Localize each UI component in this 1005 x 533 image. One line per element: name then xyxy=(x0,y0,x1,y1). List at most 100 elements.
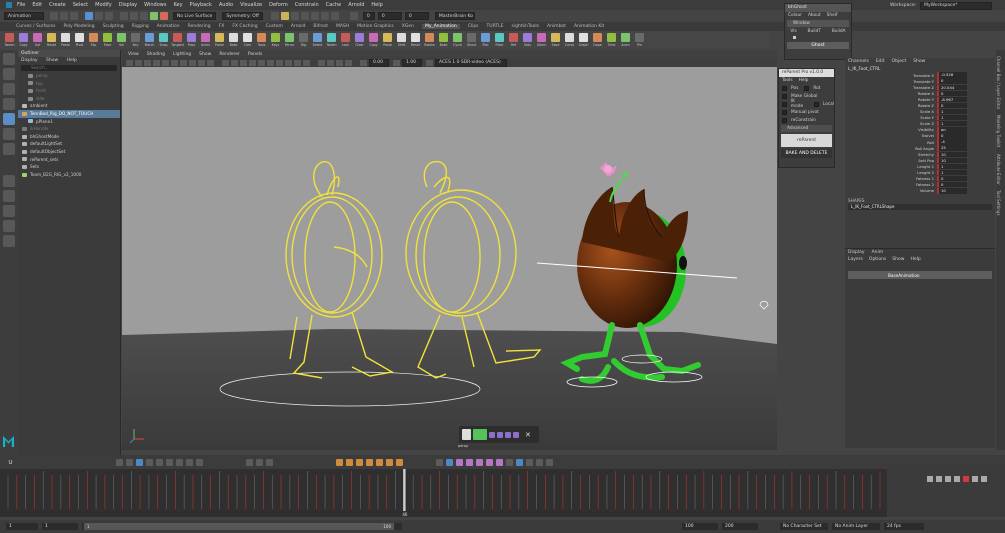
shelf-tab-sightlintools[interactable]: sightlinTools xyxy=(511,24,539,29)
shelf-tab-arnold[interactable]: Arnold xyxy=(291,24,306,29)
rot-checkbox[interactable] xyxy=(804,85,810,91)
shelf-button-keys[interactable]: Keys xyxy=(270,33,281,47)
scale-key-icon[interactable] xyxy=(476,458,483,466)
manual-pivot-checkbox[interactable] xyxy=(782,109,787,115)
shelf-tab-motion-graphics[interactable]: Motion Graphics xyxy=(357,24,394,29)
open-scene-icon[interactable] xyxy=(60,12,68,20)
channel-attr-value[interactable]: 10 xyxy=(937,188,967,194)
step-back-frame-icon[interactable] xyxy=(945,476,951,482)
channel-attr-value[interactable]: on xyxy=(937,127,967,133)
hypershade-icon[interactable] xyxy=(310,12,319,20)
ambient-occlusion-icon[interactable] xyxy=(276,59,283,66)
shelf-tab-my-animation[interactable]: My_Animation xyxy=(421,24,460,29)
advanced-section[interactable]: Advanced xyxy=(781,125,832,132)
lasso-tool-icon[interactable] xyxy=(3,68,15,80)
four-view-layout-icon[interactable] xyxy=(3,190,15,202)
curve-ease-in-icon[interactable] xyxy=(336,458,343,466)
shelf-button-bake[interactable]: Bake xyxy=(438,33,449,47)
bhghost-menu-colour[interactable]: Colour xyxy=(788,13,802,18)
gamma-icon[interactable] xyxy=(393,59,400,66)
outliner-item[interactable]: TennBod_Rig_DO_NOT_TOUCH xyxy=(18,109,120,118)
shelf-button-sets[interactable]: Sets xyxy=(522,33,533,47)
menu-deform[interactable]: Deform xyxy=(269,2,288,8)
slider-handle[interactable] xyxy=(793,36,796,39)
curve-step-icon[interactable] xyxy=(396,458,403,466)
shelf-button-reset[interactable]: Reset xyxy=(410,33,421,47)
reparent-button[interactable]: reParent xyxy=(781,134,832,147)
shelf-tab-sculpting[interactable]: Sculpting xyxy=(103,24,124,29)
render-settings-icon[interactable] xyxy=(300,12,309,20)
new-scene-icon[interactable] xyxy=(50,12,58,20)
channel-attr-value[interactable]: 0 xyxy=(937,102,967,109)
layer-row-base-animation[interactable]: BaseAnimation xyxy=(848,271,992,279)
shelf-button-pin[interactable]: Pin xyxy=(634,33,645,47)
outliner-item[interactable]: side xyxy=(18,95,120,103)
tangent-auto-icon[interactable] xyxy=(146,458,153,466)
anti-aliasing-icon[interactable] xyxy=(294,59,301,66)
curve-anticipate-icon[interactable] xyxy=(376,458,383,466)
menu-constrain[interactable]: Constrain xyxy=(295,2,319,8)
render-view-icon[interactable] xyxy=(320,12,329,20)
pose-slot-icon[interactable] xyxy=(505,431,511,438)
xray-icon[interactable] xyxy=(327,59,334,66)
snap-view-plane-icon[interactable] xyxy=(150,12,158,20)
current-time-indicator[interactable] xyxy=(403,469,406,511)
viewport-menu-show[interactable]: Show xyxy=(199,52,211,57)
smooth-shade-icon[interactable] xyxy=(231,59,238,66)
layer-menu-help[interactable]: Help xyxy=(910,257,920,262)
tab-modeling-toolkit[interactable]: Modeling Toolkit xyxy=(996,115,1001,147)
outliner-item[interactable]: persp xyxy=(18,72,120,80)
outliner-menu-show[interactable]: Show xyxy=(46,58,58,63)
channel-box-menu-edit[interactable]: Edit xyxy=(876,59,885,64)
tangent-spline-icon[interactable] xyxy=(156,458,163,466)
range-slider[interactable]: 1 100 xyxy=(82,523,402,530)
mirror-key-icon[interactable] xyxy=(496,458,503,466)
channel-attr-value[interactable]: 1 xyxy=(937,169,967,176)
viewport-menu-lighting[interactable]: Lighting xyxy=(173,52,191,57)
tangent-plateau-icon[interactable] xyxy=(196,458,203,466)
safe-action-icon[interactable] xyxy=(207,59,214,66)
shelf-button-pose[interactable]: Pose xyxy=(102,33,113,47)
menu-visualize[interactable]: Visualize xyxy=(240,2,262,8)
xgen-icon[interactable] xyxy=(330,12,339,20)
stop-icon[interactable] xyxy=(963,476,969,482)
menu-edit[interactable]: Edit xyxy=(32,2,42,8)
range-slider-handle[interactable]: 1 100 xyxy=(84,523,394,530)
shelf-button-cycle[interactable]: Cycle xyxy=(452,33,463,47)
tab-anim[interactable]: Anim xyxy=(872,250,884,255)
lights-icon[interactable] xyxy=(258,59,265,66)
curve-linear-icon[interactable] xyxy=(386,458,393,466)
shelf-button-lock[interactable]: Lock xyxy=(340,33,351,47)
curve-overshoot-icon[interactable] xyxy=(356,458,363,466)
shelf-tab-rigging[interactable]: Rigging xyxy=(132,24,149,29)
pose-slot-icon[interactable] xyxy=(497,431,503,438)
pose-slot-icon[interactable] xyxy=(489,431,495,438)
bookmark-icon[interactable] xyxy=(144,59,151,66)
shelf-button-pose[interactable]: Pose xyxy=(186,33,197,47)
menu-audio[interactable]: Audio xyxy=(219,2,233,8)
vis-button[interactable]: Vis xyxy=(790,29,796,34)
sync-icon[interactable] xyxy=(516,458,523,466)
shelf-button-reset[interactable]: Reset xyxy=(46,33,57,47)
channel-attr-value[interactable]: 10 xyxy=(937,157,967,164)
playback-end-field[interactable]: 100 xyxy=(682,523,718,530)
settings-gear-icon[interactable] xyxy=(546,458,553,466)
image-plane-icon[interactable] xyxy=(153,59,160,66)
channel-attr-value[interactable]: 1 xyxy=(937,108,967,115)
shelf-button-sel[interactable]: Sel xyxy=(116,33,127,47)
channel-attr-value[interactable]: -8.967 xyxy=(937,96,967,103)
shelf-button-filter[interactable]: Filter xyxy=(494,33,505,47)
outliner-menu-help[interactable]: Help xyxy=(67,58,77,63)
select-by-component-icon[interactable] xyxy=(105,12,113,20)
snap-key-icon[interactable] xyxy=(116,458,123,466)
menu-display[interactable]: Display xyxy=(119,2,137,8)
film-gate-icon[interactable] xyxy=(171,59,178,66)
shelf-button-graph[interactable]: Graph xyxy=(578,33,589,47)
snap-curve-icon[interactable] xyxy=(130,12,138,20)
outliner-item[interactable]: pPlane1 xyxy=(18,118,120,126)
view-transform-dropdown[interactable]: ACES 1.0 SDR-video (ACES) xyxy=(435,58,507,67)
motion-blur-icon[interactable] xyxy=(285,59,292,66)
shelf-button-key[interactable]: Key xyxy=(130,33,141,47)
shelf-button-snap[interactable]: Snap xyxy=(158,33,169,47)
persp-outliner-layout-icon[interactable] xyxy=(3,205,15,217)
